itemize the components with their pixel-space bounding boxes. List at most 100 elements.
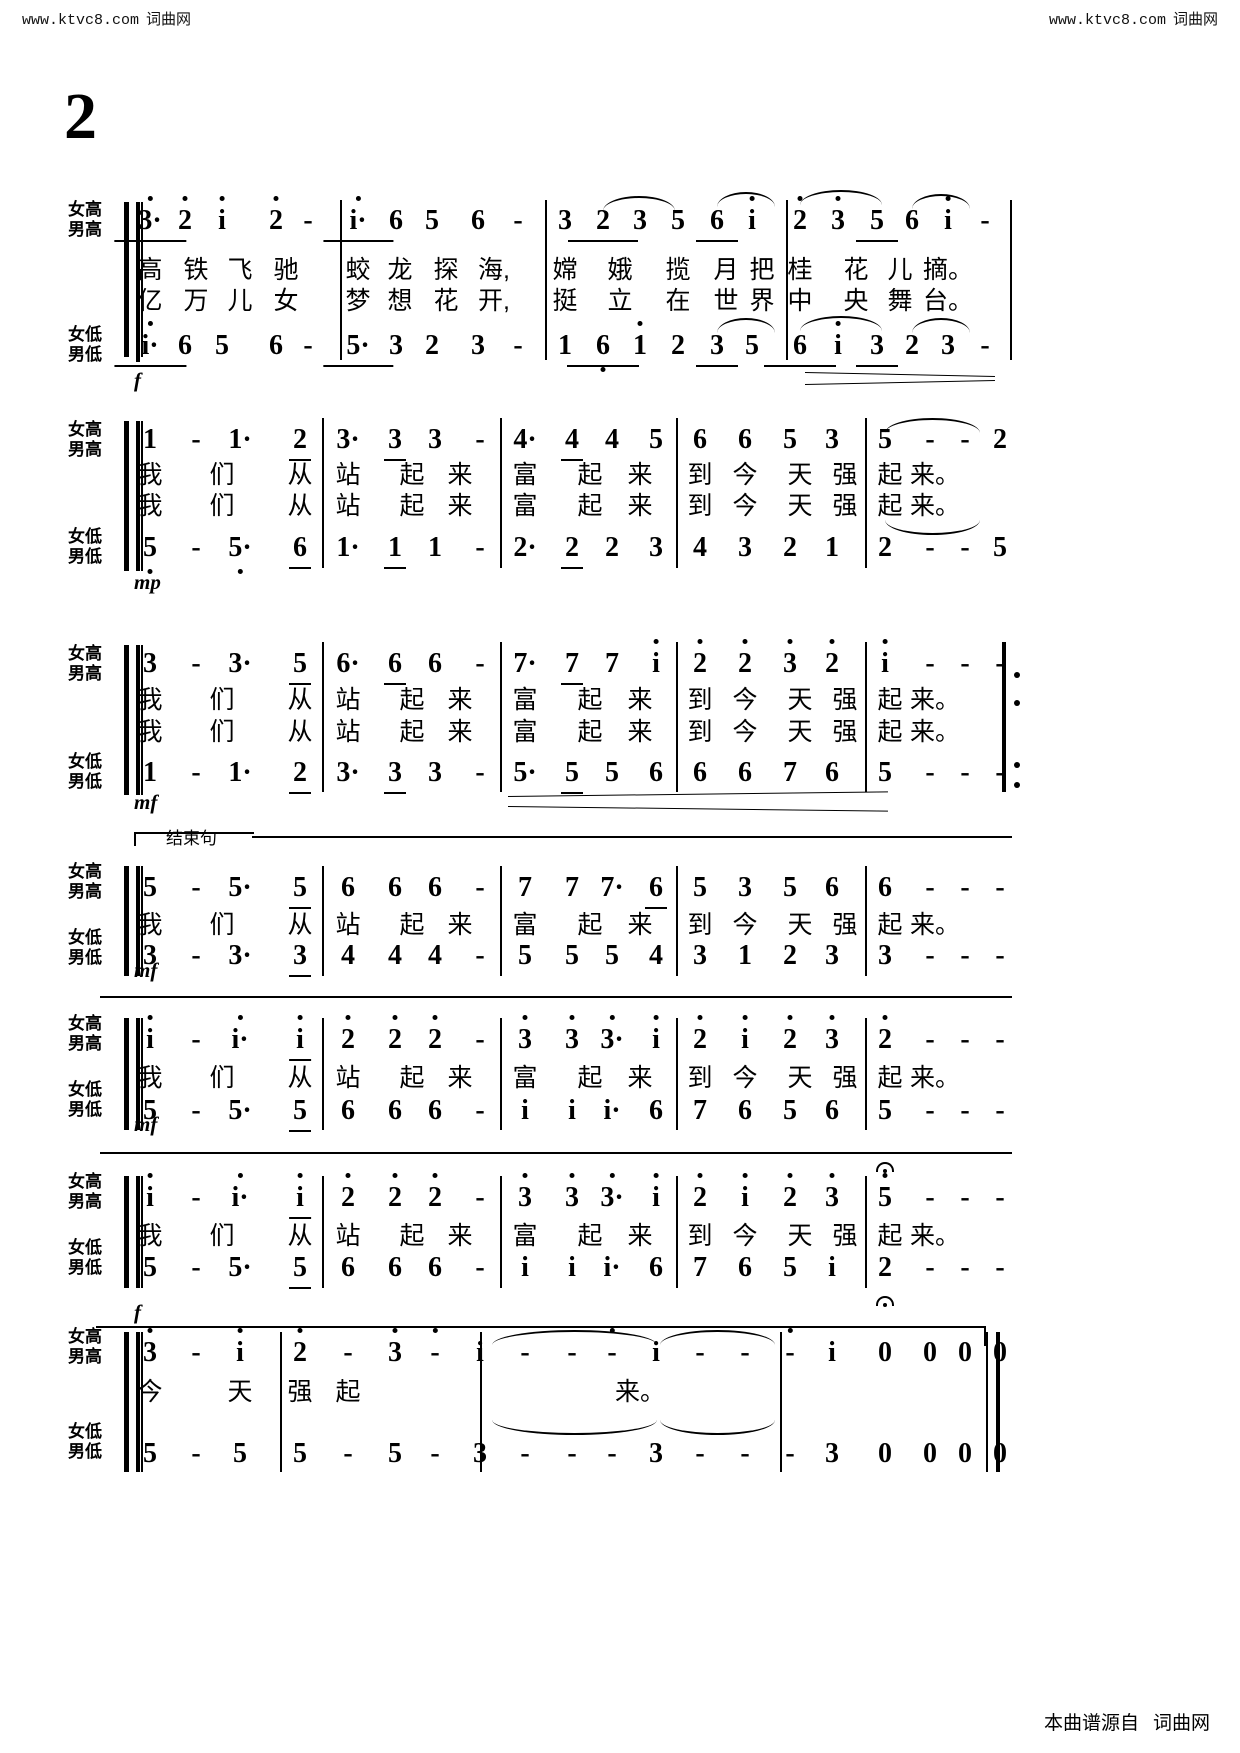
note-lower: - bbox=[191, 1438, 201, 1469]
note-lower: 0 bbox=[958, 1438, 972, 1469]
note-lower: i bbox=[828, 1252, 836, 1283]
note-upper: - bbox=[191, 648, 201, 679]
note-upper: 3 bbox=[831, 196, 845, 237]
note-upper: 5 bbox=[693, 872, 707, 903]
note-lower: 2 bbox=[561, 532, 583, 569]
voice-label-bass: 男低 bbox=[68, 772, 102, 791]
lyric-verse2: 富 bbox=[512, 492, 538, 520]
octave-dot-high bbox=[237, 1015, 243, 1020]
lyric-verse2: 亿 bbox=[137, 287, 163, 315]
voice-label-soprano: 女高 bbox=[68, 420, 102, 439]
lyric-verse1: 从 bbox=[287, 1064, 313, 1092]
note-lower: - bbox=[960, 1252, 970, 1283]
note-upper: - bbox=[475, 1182, 485, 1213]
repeat-dot bbox=[1014, 700, 1020, 706]
lyric-verse2: 们 bbox=[209, 718, 235, 746]
beam-line bbox=[561, 567, 583, 569]
bar-line bbox=[500, 866, 502, 976]
note-lower: 5 bbox=[215, 330, 229, 361]
note-lower: - bbox=[303, 330, 313, 361]
note-upper: i bbox=[218, 196, 226, 237]
note-lower: 7 bbox=[693, 1252, 707, 1283]
note-upper: 6 bbox=[388, 872, 402, 903]
note-lower: - bbox=[740, 1438, 750, 1469]
lyric-verse1: 我 bbox=[137, 1064, 163, 1092]
note-upper: 3 bbox=[428, 424, 442, 455]
lyric-verse1: 起 bbox=[399, 686, 425, 714]
lyric-verse2: 天 bbox=[787, 492, 813, 520]
lyric-verse1: 来。 bbox=[909, 686, 961, 714]
note-upper: 6 bbox=[471, 205, 485, 236]
note-lower: 3 bbox=[856, 330, 898, 367]
note-lower: 6 bbox=[428, 1095, 442, 1126]
lyric-verse2: 开, bbox=[478, 287, 510, 315]
lyric-verse2: 富 bbox=[512, 718, 538, 746]
bar-line bbox=[545, 200, 547, 360]
note-upper: i bbox=[146, 1015, 154, 1056]
note-lower: 5 bbox=[289, 1252, 311, 1289]
note-upper: 7 bbox=[605, 648, 619, 679]
note-upper: 0 bbox=[878, 1337, 892, 1368]
note-upper: 7 bbox=[565, 872, 579, 903]
lyric-verse1: 天 bbox=[787, 686, 813, 714]
voice-label-lower: 女低 男低 bbox=[68, 752, 128, 792]
note-upper: i bbox=[828, 1337, 836, 1368]
voice-label-upper: 女高 男高 bbox=[68, 1014, 128, 1054]
note-lower: 5 bbox=[745, 330, 759, 361]
lyric-verse2: 从 bbox=[287, 718, 313, 746]
note-lower: 2 bbox=[425, 330, 439, 361]
slur-arc bbox=[800, 190, 882, 205]
voice-label-upper: 女高 男高 bbox=[68, 200, 128, 240]
lyric-verse2: 从 bbox=[287, 492, 313, 520]
note-lower: 5 bbox=[783, 1252, 797, 1283]
note-upper: i bbox=[236, 1328, 244, 1369]
lyric-verse1: 站 bbox=[335, 911, 361, 939]
octave-dot-high bbox=[392, 1173, 398, 1178]
note-lower: 5 bbox=[388, 1438, 402, 1469]
note-lower: - bbox=[430, 1438, 440, 1469]
note-upper: i bbox=[652, 1173, 660, 1214]
lyric-verse1: 来。 bbox=[909, 1222, 961, 1250]
lyric-verse1: 站 bbox=[335, 1064, 361, 1092]
beam-line bbox=[568, 240, 638, 242]
lyric-verse1: 今 bbox=[732, 1222, 758, 1250]
lyric-verse2: 起 bbox=[399, 492, 425, 520]
note-lower: 5 bbox=[518, 940, 532, 971]
note-lower: 5· bbox=[513, 757, 537, 788]
voice-label-upper: 女高 男高 bbox=[68, 420, 128, 460]
beam-line bbox=[384, 792, 406, 794]
lyric-verse1: 富 bbox=[512, 911, 538, 939]
note-upper: 5 bbox=[289, 648, 311, 685]
voice-label-lower: 女低 男低 bbox=[68, 527, 128, 567]
octave-dot-high bbox=[653, 639, 659, 644]
page-number: 2 bbox=[64, 80, 97, 153]
lyric-verse1: 起 bbox=[399, 911, 425, 939]
octave-dot-high bbox=[829, 1173, 835, 1178]
note-upper: 3· bbox=[600, 1173, 624, 1214]
lyric-verse2: 挺 bbox=[552, 287, 578, 315]
note-upper: - bbox=[995, 872, 1005, 903]
lyric-verse1: 强 bbox=[832, 911, 858, 939]
voice-label-upper: 女高 男高 bbox=[68, 644, 128, 684]
slur-arc bbox=[912, 194, 970, 209]
watermark-top-right: www.ktvc8.com 词曲网 bbox=[1049, 8, 1218, 29]
bar-line bbox=[865, 642, 867, 792]
bar-line bbox=[500, 1018, 502, 1130]
dynamic-marking: f bbox=[134, 1300, 141, 1324]
note-lower: 4 bbox=[428, 940, 442, 971]
crescendo-hairpin bbox=[507, 791, 888, 812]
note-lower: i· bbox=[114, 321, 186, 367]
bar-line bbox=[676, 1018, 678, 1130]
bar-line bbox=[865, 866, 867, 976]
note-upper: 6 bbox=[693, 424, 707, 455]
bar-line bbox=[676, 642, 678, 792]
bar-line bbox=[500, 642, 502, 792]
note-upper: 5 bbox=[143, 872, 157, 903]
lyric-verse1: 天 bbox=[787, 1222, 813, 1250]
lyric-verse1: 强 bbox=[832, 1064, 858, 1092]
note-lower: - bbox=[785, 1438, 795, 1469]
lyric-verse1: 起 bbox=[877, 686, 903, 714]
voice-label-tenor: 男高 bbox=[68, 1192, 102, 1211]
note-upper: 1 bbox=[143, 424, 157, 455]
lyric-verse1: 天 bbox=[787, 911, 813, 939]
